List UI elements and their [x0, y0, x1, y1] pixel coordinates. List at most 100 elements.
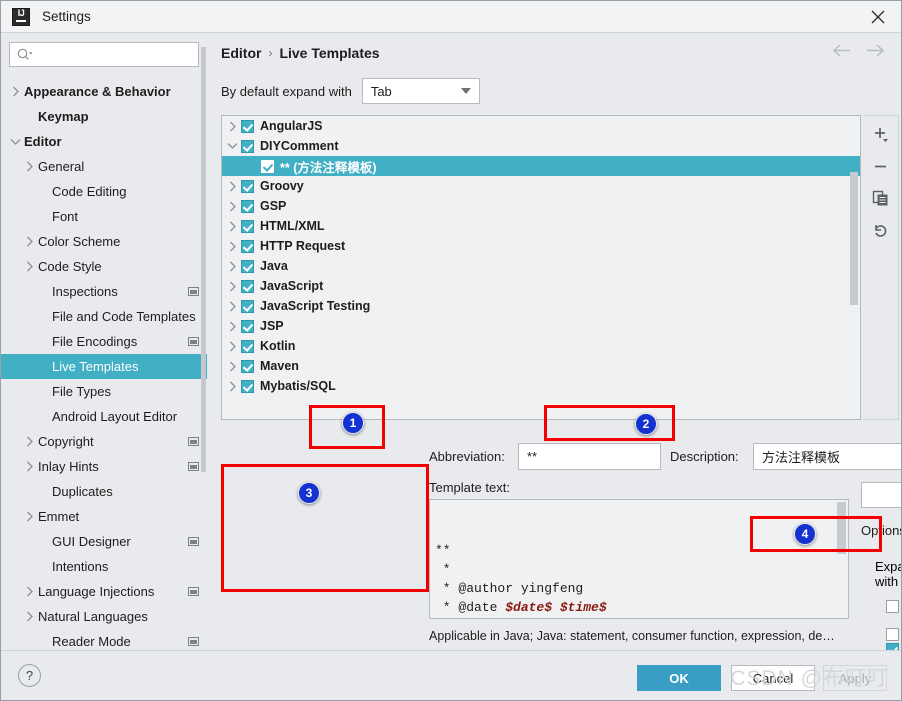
template-group-row[interactable]: ** (方法注释模板): [222, 156, 860, 176]
sidebar-item-copyright[interactable]: Copyright: [1, 429, 207, 454]
add-template-button[interactable]: [868, 123, 894, 145]
template-group-row[interactable]: JSP: [222, 316, 860, 336]
template-enabled-checkbox[interactable]: [241, 339, 254, 353]
sidebar-item-gui-designer[interactable]: GUI Designer: [1, 529, 207, 554]
sidebar-item-code-editing[interactable]: Code Editing: [1, 179, 207, 204]
template-enabled-checkbox[interactable]: [241, 319, 254, 333]
sidebar-item-file-encodings[interactable]: File Encodings: [1, 329, 207, 354]
chevron-right-icon[interactable]: [224, 181, 241, 192]
remove-icon: [872, 158, 889, 175]
sidebar-item-inlay-hints[interactable]: Inlay Hints: [1, 454, 207, 479]
template-text-scrollbar[interactable]: [837, 502, 846, 554]
chevron-right-icon[interactable]: [224, 361, 241, 372]
search-box[interactable]: [9, 42, 199, 67]
sidebar-item-appearance-behavior[interactable]: Appearance & Behavior: [1, 79, 207, 104]
sidebar-item-language-injections[interactable]: Language Injections: [1, 579, 207, 604]
template-enabled-checkbox[interactable]: [241, 139, 254, 153]
sidebar-item-live-templates[interactable]: Live Templates: [1, 354, 207, 379]
template-enabled-checkbox[interactable]: [241, 119, 254, 133]
template-group-row[interactable]: Java: [222, 256, 860, 276]
template-group-row[interactable]: HTML/XML: [222, 216, 860, 236]
template-group-row[interactable]: Maven: [222, 356, 860, 376]
restore-defaults-button[interactable]: [868, 219, 894, 241]
chevron-down-icon[interactable]: [224, 142, 241, 150]
ok-button[interactable]: OK: [637, 665, 721, 691]
chevron-right-icon[interactable]: [224, 261, 241, 272]
sidebar-item-duplicates[interactable]: Duplicates: [1, 479, 207, 504]
chevron-right-icon[interactable]: [21, 261, 38, 272]
template-enabled-checkbox[interactable]: [241, 239, 254, 253]
help-button[interactable]: ?: [18, 664, 41, 687]
sidebar-item-android-layout-editor[interactable]: Android Layout Editor: [1, 404, 207, 429]
close-icon[interactable]: [855, 1, 901, 32]
chevron-right-icon[interactable]: [224, 241, 241, 252]
edit-variables-button[interactable]: Edit variables: [861, 482, 901, 508]
sidebar-item-file-types[interactable]: File Types: [1, 379, 207, 404]
default-expand-combo[interactable]: Tab: [361, 78, 480, 104]
chevron-right-icon[interactable]: [21, 161, 38, 172]
template-text-area[interactable]: ** * * @author yingfeng * @date $date$ $…: [429, 499, 849, 619]
sidebar-item-code-style[interactable]: Code Style: [1, 254, 207, 279]
chevron-right-icon[interactable]: [21, 436, 38, 447]
sidebar-item-inspections[interactable]: Inspections: [1, 279, 207, 304]
chevron-right-icon[interactable]: [224, 381, 241, 392]
chevron-right-icon[interactable]: [224, 121, 241, 132]
chevron-right-icon[interactable]: [224, 201, 241, 212]
annotation-badge-4: 4: [794, 523, 816, 545]
template-group-row[interactable]: GSP: [222, 196, 860, 216]
chevron-right-icon[interactable]: [224, 301, 241, 312]
template-enabled-checkbox[interactable]: [241, 299, 254, 313]
abbreviation-field[interactable]: **: [518, 443, 661, 470]
sidebar-scrollbar[interactable]: [201, 47, 206, 472]
chevron-right-icon[interactable]: [21, 586, 38, 597]
sidebar-item-editor[interactable]: Editor: [1, 129, 207, 154]
template-enabled-checkbox[interactable]: [261, 159, 274, 173]
sidebar-item-file-and-code-templates[interactable]: File and Code Templates: [1, 304, 207, 329]
chevron-right-icon[interactable]: [224, 341, 241, 352]
template-enabled-checkbox[interactable]: [241, 179, 254, 193]
remove-template-button[interactable]: [868, 155, 894, 177]
template-group-row[interactable]: Mybatis/SQL: [222, 376, 860, 396]
search-input[interactable]: [32, 43, 198, 66]
chevron-right-icon[interactable]: [224, 221, 241, 232]
breadcrumb-root[interactable]: Editor: [221, 45, 261, 61]
chevron-right-icon[interactable]: [21, 511, 38, 522]
template-group-row[interactable]: AngularJS: [222, 116, 860, 136]
chevron-right-icon[interactable]: [224, 281, 241, 292]
chevron-right-icon[interactable]: [21, 611, 38, 622]
arrow-right-icon[interactable]: [866, 44, 885, 57]
description-field[interactable]: 方法注释模板: [753, 443, 901, 470]
arrow-left-icon[interactable]: [832, 44, 851, 57]
template-enabled-checkbox[interactable]: [241, 379, 254, 393]
template-enabled-checkbox[interactable]: [241, 199, 254, 213]
template-group-row[interactable]: DIYComment: [222, 136, 860, 156]
sidebar-item-emmet[interactable]: Emmet: [1, 504, 207, 529]
list-toolbar: [863, 115, 899, 420]
template-group-row[interactable]: Kotlin: [222, 336, 860, 356]
chevron-right-icon[interactable]: [21, 461, 38, 472]
sidebar-item-intentions[interactable]: Intentions: [1, 554, 207, 579]
template-enabled-checkbox[interactable]: [241, 359, 254, 373]
template-enabled-checkbox[interactable]: [241, 219, 254, 233]
template-group-row[interactable]: JavaScript: [222, 276, 860, 296]
template-enabled-checkbox[interactable]: [241, 259, 254, 273]
sidebar-item-keymap[interactable]: Keymap: [1, 104, 207, 129]
chevron-down-icon[interactable]: [7, 138, 24, 146]
list-scrollbar[interactable]: [850, 172, 858, 305]
chevron-right-icon[interactable]: [224, 321, 241, 332]
sidebar-item-label: Inlay Hints: [38, 459, 99, 474]
chevron-right-icon[interactable]: [21, 236, 38, 247]
sidebar-item-color-scheme[interactable]: Color Scheme: [1, 229, 207, 254]
template-group-row[interactable]: JavaScript Testing: [222, 296, 860, 316]
sidebar-item-natural-languages[interactable]: Natural Languages: [1, 604, 207, 629]
sidebar-item-label: GUI Designer: [52, 534, 131, 549]
sidebar-item-font[interactable]: Font: [1, 204, 207, 229]
sidebar-item-general[interactable]: General: [1, 154, 207, 179]
live-templates-list[interactable]: AngularJS DIYComment ** (方法注释模板) Groovy GSP H…: [221, 115, 861, 420]
template-group-row[interactable]: HTTP Request: [222, 236, 860, 256]
duplicate-template-button[interactable]: [868, 187, 894, 209]
chevron-right-icon[interactable]: [7, 86, 24, 97]
sidebar-item-reader-mode[interactable]: Reader Mode: [1, 629, 207, 652]
template-group-row[interactable]: Groovy: [222, 176, 860, 196]
template-enabled-checkbox[interactable]: [241, 279, 254, 293]
